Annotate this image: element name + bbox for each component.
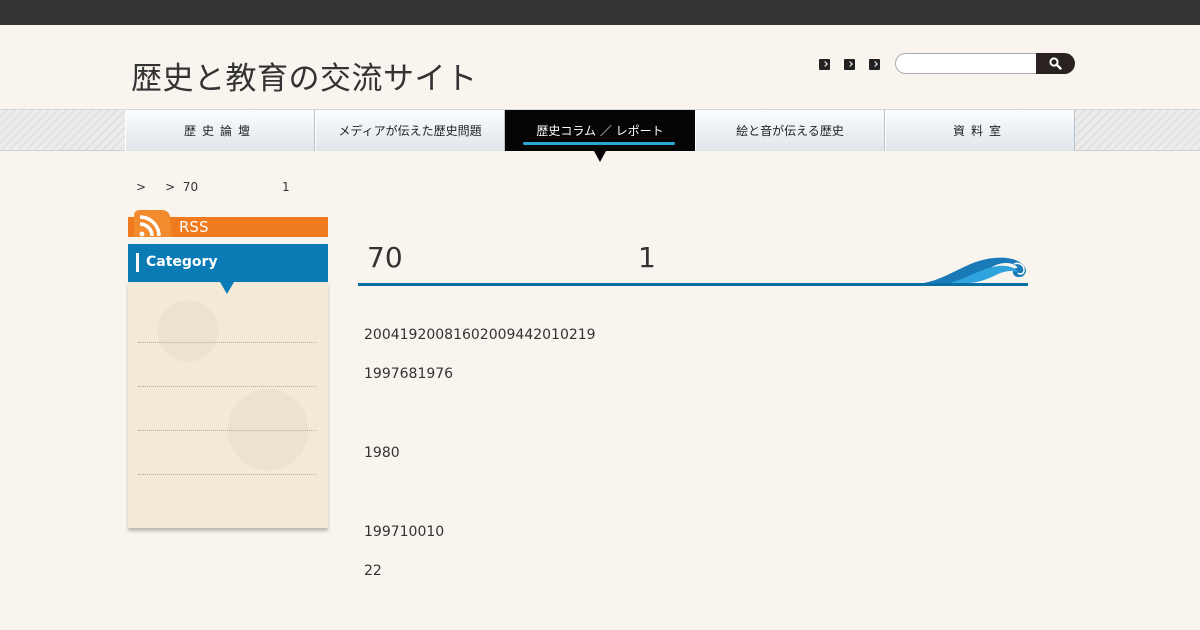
search-form [895,53,1075,74]
main-nav: 歴史論壇 メディアが伝えた歴史問題 歴史コラム ／ レポート 絵と音が伝える歴史… [125,110,1075,162]
arrow-icon[interactable] [869,59,880,70]
nav-item-history-forum[interactable]: 歴史論壇 [125,110,315,151]
arrow-icon[interactable] [844,59,855,70]
article-paragraph: 1980 [364,445,400,461]
nav-item-media-history-issues[interactable]: メディアが伝えた歴史問題 [315,110,505,151]
category-divider [138,386,316,387]
category-divider [138,430,316,431]
nav-item-label: 絵と音が伝える歴史 [736,124,844,138]
article-paragraph: 199710010 [364,524,445,540]
rss-icon [134,210,172,237]
nav-item-pictures-sounds-history[interactable]: 絵と音が伝える歴史 [695,110,885,151]
article-title-row: 70 1 [358,230,1028,286]
header-icon-group [819,59,880,70]
category-list [128,282,328,528]
wave-icon [924,257,1026,283]
rss-banner[interactable]: RSS [128,208,328,237]
nav-item-label: 歴史コラム ／ レポート [536,124,664,138]
article-title-part: 1 [638,241,656,274]
category-pointer [220,282,234,294]
site-title[interactable]: 歴史と教育の交流サイト [131,53,478,98]
arrow-icon[interactable] [819,59,830,70]
article-paragraph: 20041920081602009442010219 [364,327,596,343]
search-input[interactable] [895,53,1037,74]
search-icon [1049,57,1062,70]
top-bar [0,0,1200,25]
active-underline [523,142,675,145]
search-button[interactable] [1036,53,1075,74]
category-header-bar [136,253,139,272]
category-header: Category [128,244,328,282]
active-pointer [594,151,606,162]
breadcrumb[interactable]: > > 70 1 [136,180,290,194]
category-divider [138,342,316,343]
category-header-label: Category [146,254,218,270]
article: 70 1 20041920081602009442010219 19976819… [358,230,1028,579]
category-divider [138,474,316,475]
nav-item-history-column-report[interactable]: 歴史コラム ／ レポート [505,110,695,162]
article-paragraph: 22 [364,563,382,579]
nav-item-label: 資料室 [952,124,1007,138]
nav-item-label: 歴史論壇 [183,124,256,138]
article-paragraph: 1997681976 [364,366,454,382]
rss-label: RSS [179,218,209,236]
nav-item-label: メディアが伝えた歴史問題 [338,124,482,138]
nav-item-archive[interactable]: 資料室 [885,110,1075,151]
article-title: 70 [367,241,403,274]
header: 歴史と教育の交流サイト [0,25,1200,109]
